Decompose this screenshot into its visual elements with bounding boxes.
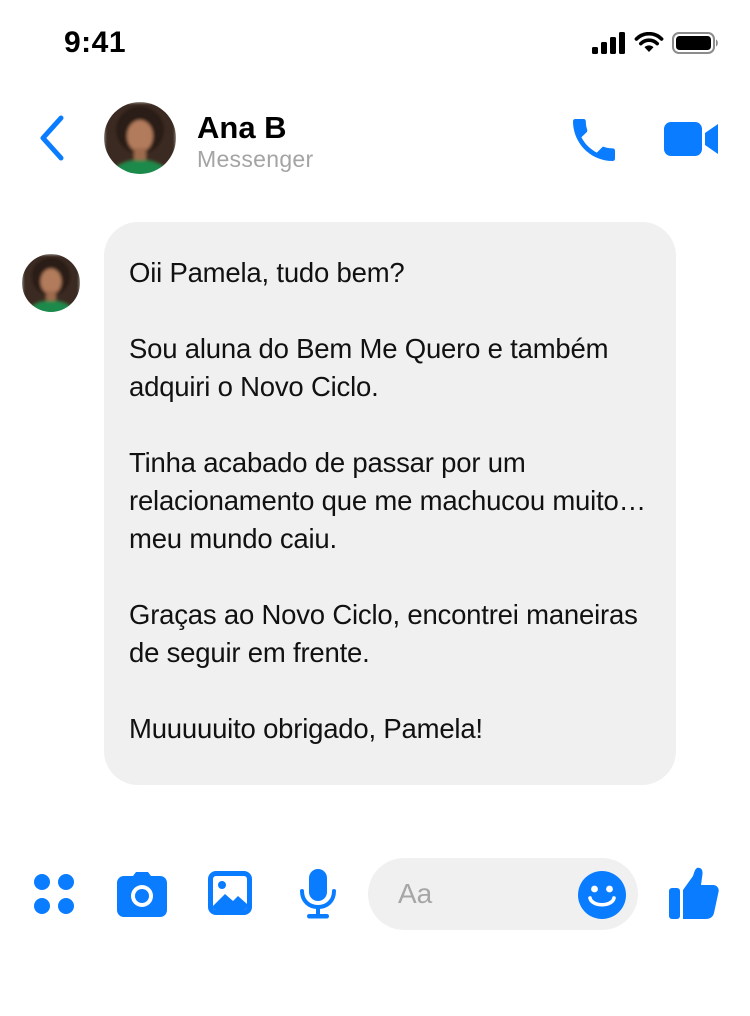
message-paragraph: Oii Pamela, tudo bem? [129,257,405,288]
message-bubble[interactable]: Oii Pamela, tudo bem? Sou aluna do Bem M… [104,222,676,785]
contact-name: Ana B [197,110,287,145]
microphone-button[interactable] [298,868,338,920]
gallery-button[interactable] [207,870,253,916]
chevron-left-icon [40,115,64,161]
message-paragraph: Graças ao Novo Ciclo, encontrei maneiras… [129,599,638,668]
message-input[interactable] [398,858,568,930]
avatar-photo [104,102,176,174]
video-camera-icon [664,122,718,156]
avatar-photo [22,254,80,312]
status-icons [592,32,720,54]
microphone-icon [300,869,336,919]
message-paragraph: Tinha acabado de passar por um relaciona… [129,447,646,554]
phone-icon [573,119,615,161]
thumbs-up-icon [669,867,719,919]
back-button[interactable] [30,112,74,164]
cellular-signal-icon [592,32,625,54]
apps-grid-icon [34,874,74,914]
wifi-icon [634,32,664,52]
message-paragraph: Sou aluna do Bem Me Quero e também adqui… [129,333,609,402]
like-button[interactable] [668,866,720,920]
voice-call-button[interactable] [566,112,622,168]
camera-icon [117,872,167,917]
camera-button[interactable] [116,870,168,918]
emoji-button[interactable] [577,870,627,920]
contact-avatar[interactable] [104,102,176,174]
battery-icon [672,32,718,54]
video-call-button[interactable] [661,116,721,162]
apps-button[interactable] [32,872,76,916]
message-avatar[interactable] [22,254,80,312]
status-time: 9:41 [64,26,127,59]
emoji-icon [578,871,626,919]
contact-subtitle: Messenger [197,146,314,172]
message-paragraph: Muuuuuito obrigado, Pamela! [129,713,483,744]
image-icon [208,871,252,915]
